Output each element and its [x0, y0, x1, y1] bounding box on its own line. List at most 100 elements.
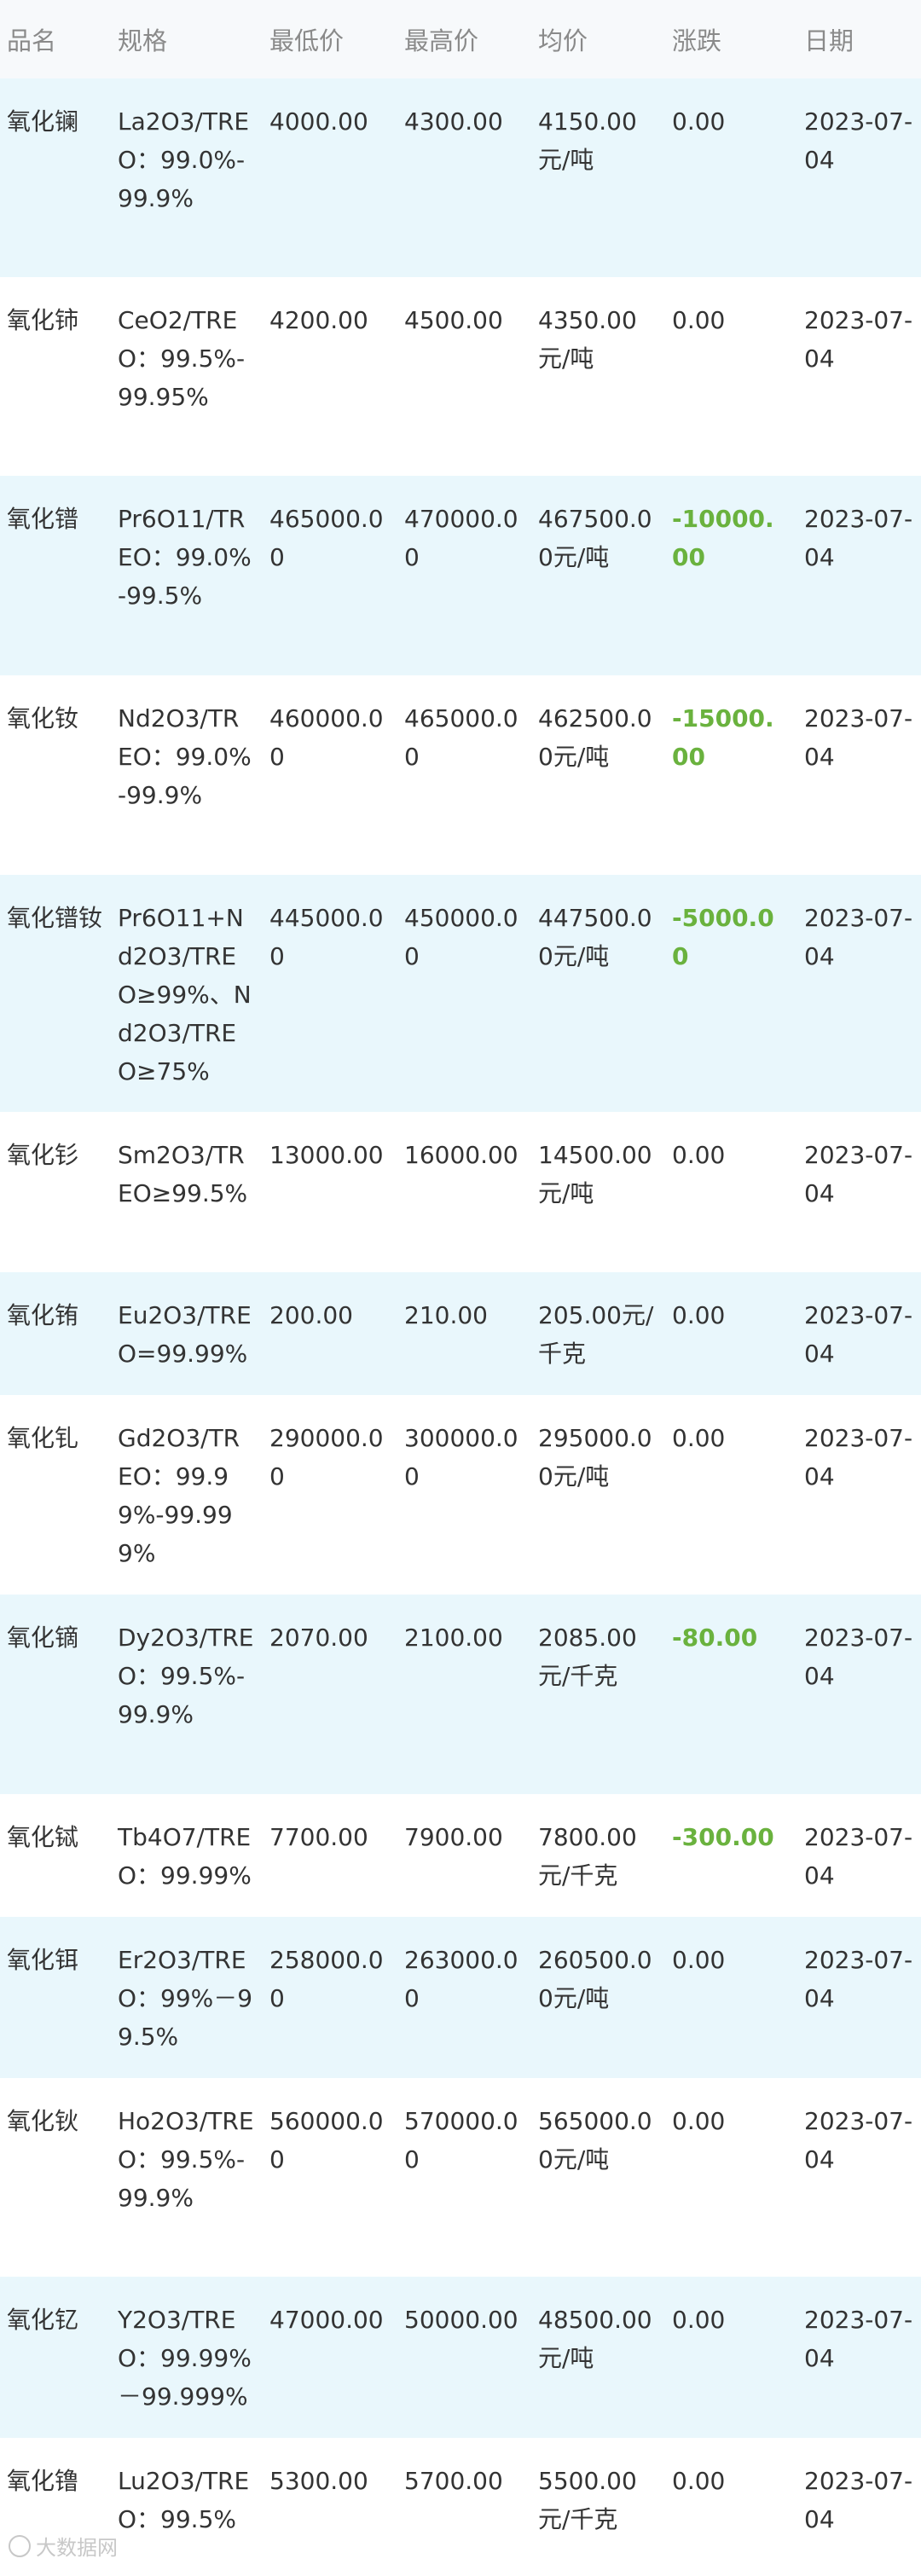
cell-date: 2023-07-04 — [804, 306, 913, 373]
table-row[interactable]: 氧化镧 La2O3/TREO：99.0%-99.9% 4000.00 4300.00 4… — [0, 78, 921, 277]
header-change[interactable]: 涨跌 — [663, 0, 796, 78]
table-row[interactable]: 氧化铒 Er2O3/TREO：99%－99.5% 258000.00 263000.0… — [0, 1917, 921, 2078]
table-row[interactable]: 氧化镨 Pr6O11/TREO：99.0%-99.5% 465000.00 47000… — [0, 476, 921, 675]
cell-change: 0.00 — [663, 2277, 796, 2438]
cell-spec: Eu2O3/TREO=99.99% — [109, 1272, 261, 1395]
table-row[interactable]: 氧化镥 Lu2O3/TREO：99.5% 5300.00 5700.00 5500.00… — [0, 2438, 921, 2576]
cell-spec: Lu2O3/TREO：99.5% — [118, 2467, 250, 2533]
cell-low-price: 560000.00 — [269, 2107, 384, 2174]
cell-low-price: 258000.00 — [261, 1917, 396, 2078]
cell-high-price: 465000.00 — [404, 704, 518, 771]
cell-low-price: 47000.00 — [261, 2277, 396, 2438]
cell-low-price: 2070.00 — [261, 1595, 396, 1794]
cell-date: 2023-07-04 — [796, 1917, 921, 2078]
table-row[interactable]: 氧化钬 Ho2O3/TREO：99.5%-99.9% 560000.00 570000… — [0, 2078, 921, 2277]
table-row[interactable]: 氧化钕 Nd2O3/TREO：99.0%-99.9% 460000.00 465000… — [0, 675, 921, 875]
cell-low-price: 445000.00 — [261, 875, 396, 1112]
cell-name: 氧化镨钕 — [0, 875, 109, 1112]
cell-high-price: 4300.00 — [396, 78, 530, 277]
cell-change: -80.00 — [663, 1595, 796, 1794]
header-date[interactable]: 日期 — [796, 0, 921, 78]
header-name[interactable]: 品名 — [0, 0, 109, 78]
cell-change: 0.00 — [672, 1424, 726, 1452]
cell-high-price: 4500.00 — [404, 306, 503, 334]
cell-spec: La2O3/TREO：99.0%-99.9% — [109, 78, 261, 277]
cell-high-price: 470000.00 — [396, 476, 530, 675]
cell-change: 0.00 — [672, 2467, 726, 2495]
table-header-row: 品名 规格 最低价 最高价 均价 涨跌 日期 — [0, 0, 921, 78]
header-spec[interactable]: 规格 — [109, 0, 261, 78]
cell-name: 氧化钬 — [7, 2107, 79, 2135]
cell-change: 0.00 — [663, 78, 796, 277]
header-high-price[interactable]: 最高价 — [396, 0, 530, 78]
cell-high-price: 450000.00 — [396, 875, 530, 1112]
header-avg-price[interactable]: 均价 — [530, 0, 663, 78]
cell-date: 2023-07-04 — [796, 2277, 921, 2438]
cell-change: 0.00 — [672, 2107, 726, 2135]
cell-spec: Pr6O11+Nd2O3/TREO≥99%、Nd2O3/TREO≥75% — [109, 875, 261, 1112]
cell-avg-price: 7800.00元/千克 — [538, 1823, 637, 1890]
cell-spec: Ho2O3/TREO：99.5%-99.9% — [118, 2107, 254, 2212]
cell-spec: Er2O3/TREO：99%－99.5% — [109, 1917, 261, 2078]
cell-spec: Y2O3/TREO：99.99%－99.999% — [109, 2277, 261, 2438]
cell-change: -300.00 — [672, 1823, 774, 1851]
cell-date: 2023-07-04 — [796, 1272, 921, 1395]
cell-avg-price: 14500.00元/吨 — [538, 1141, 652, 1207]
cell-name: 氧化钆 — [7, 1424, 79, 1452]
cell-name: 氧化钐 — [7, 1141, 79, 1169]
cell-date: 2023-07-04 — [804, 1141, 913, 1207]
cell-high-price: 5700.00 — [404, 2467, 503, 2495]
cell-low-price: 4000.00 — [261, 78, 396, 277]
cell-avg-price: 467500.00元/吨 — [530, 476, 663, 675]
cell-name: 氧化铽 — [7, 1823, 79, 1851]
cell-name: 氧化铒 — [0, 1917, 109, 2078]
cell-avg-price: 462500.00元/吨 — [538, 704, 652, 771]
table-row[interactable]: 氧化铕 Eu2O3/TREO=99.99% 200.00 210.00 205.00元/… — [0, 1272, 921, 1395]
cell-low-price: 4200.00 — [269, 306, 368, 334]
cell-date: 2023-07-04 — [804, 2467, 913, 2533]
cell-high-price: 263000.00 — [396, 1917, 530, 2078]
cell-avg-price: 565000.00元/吨 — [538, 2107, 652, 2174]
cell-low-price: 7700.00 — [269, 1823, 368, 1851]
table-row[interactable]: 氧化铈 CeO2/TREO：99.5%-99.95% 4200.00 4500.00 4… — [0, 277, 921, 476]
table-row[interactable]: 氧化钆 Gd2O3/TREO：99.99%-99.999% 290000.00 300… — [0, 1395, 921, 1595]
price-table: 品名 规格 最低价 最高价 均价 涨跌 日期 氧化镧 La2O3/TREO：99.… — [0, 0, 921, 2576]
cell-high-price: 2100.00 — [396, 1595, 530, 1794]
cell-high-price: 16000.00 — [404, 1141, 518, 1169]
table-row[interactable]: 氧化镝 Dy2O3/TREO：99.5%-99.9% 2070.00 2100.00 2… — [0, 1595, 921, 1794]
header-low-price[interactable]: 最低价 — [261, 0, 396, 78]
cell-change: 0.00 — [663, 1272, 796, 1395]
cell-avg-price: 4350.00元/吨 — [538, 306, 637, 373]
cell-spec: Pr6O11/TREO：99.0%-99.5% — [109, 476, 261, 675]
cell-high-price: 570000.00 — [404, 2107, 518, 2174]
cell-name: 氧化钕 — [7, 704, 79, 732]
cell-avg-price: 2085.00元/千克 — [530, 1595, 663, 1794]
cell-name: 氧化钇 — [0, 2277, 109, 2438]
cell-low-price: 465000.00 — [261, 476, 396, 675]
cell-avg-price: 447500.00元/吨 — [530, 875, 663, 1112]
cell-avg-price: 260500.00元/吨 — [530, 1917, 663, 2078]
table-row[interactable]: 氧化铽 Tb4O7/TREO：99.99% 7700.00 7900.00 7800.0… — [0, 1794, 921, 1917]
cell-date: 2023-07-04 — [796, 476, 921, 675]
table-body: 氧化镧 La2O3/TREO：99.0%-99.9% 4000.00 4300.00 4… — [0, 78, 921, 2576]
cell-avg-price: 295000.00元/吨 — [538, 1424, 652, 1491]
cell-date: 2023-07-04 — [796, 78, 921, 277]
cell-avg-price: 48500.00元/吨 — [530, 2277, 663, 2438]
cell-high-price: 300000.00 — [404, 1424, 518, 1491]
cell-avg-price: 5500.00元/千克 — [538, 2467, 637, 2533]
watermark-text: 大数据网 — [36, 2536, 118, 2560]
table-row[interactable]: 氧化镨钕 Pr6O11+Nd2O3/TREO≥99%、Nd2O3/TREO≥75%… — [0, 875, 921, 1112]
cell-change: -15000.00 — [672, 704, 774, 771]
cell-high-price: 7900.00 — [404, 1823, 503, 1851]
cell-low-price: 200.00 — [261, 1272, 396, 1395]
table-row[interactable]: 氧化钐 Sm2O3/TREO≥99.5% 13000.00 16000.00 14500… — [0, 1112, 921, 1272]
cell-spec: Dy2O3/TREO：99.5%-99.9% — [109, 1595, 261, 1794]
table-row[interactable]: 氧化钇 Y2O3/TREO：99.99%－99.999% 47000.00 50000… — [0, 2277, 921, 2438]
cell-date: 2023-07-04 — [796, 1595, 921, 1794]
watermark: 大数据网 — [9, 2531, 118, 2561]
cell-name: 氧化铈 — [7, 306, 79, 334]
cell-date: 2023-07-04 — [804, 2107, 913, 2174]
cell-date: 2023-07-04 — [804, 1424, 913, 1491]
cell-name: 氧化镨 — [0, 476, 109, 675]
cell-name: 氧化铕 — [0, 1272, 109, 1395]
